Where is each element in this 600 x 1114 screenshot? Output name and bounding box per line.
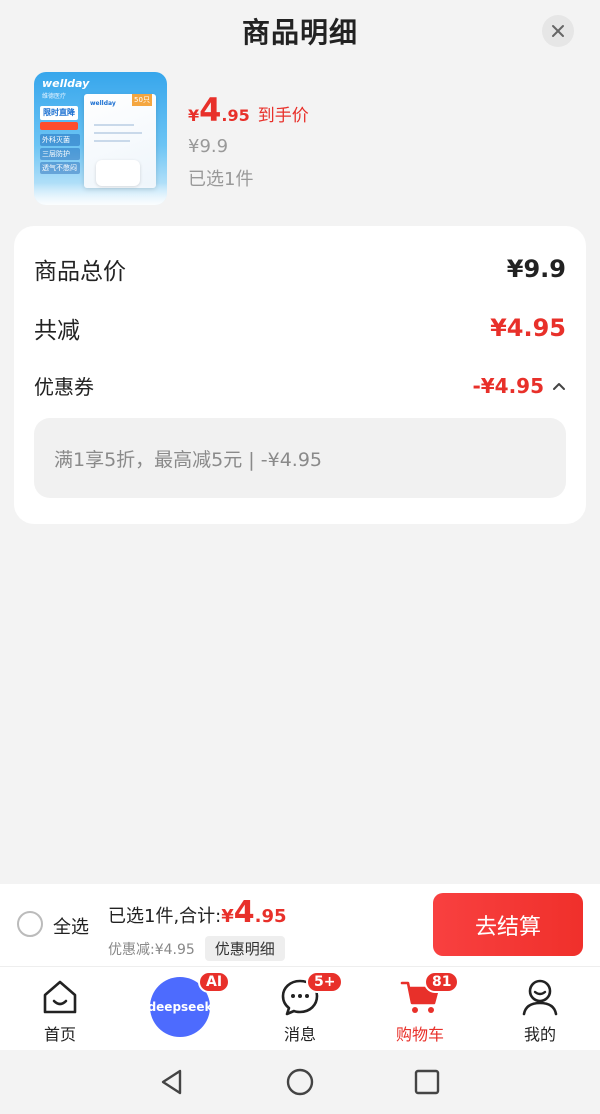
- thumb-pack-line: [94, 140, 130, 142]
- home-icon: [43, 980, 77, 1014]
- nav-label-messages: 消息: [283, 1025, 316, 1044]
- thumb-feature: 透气不憋闷: [40, 162, 80, 174]
- checkout-total: 已选1件,合计: ¥ 4 .95: [108, 898, 287, 928]
- ai-badge: AI: [198, 971, 231, 993]
- message-badge: 5+: [306, 971, 344, 993]
- checkout-total-symbol: ¥: [221, 906, 234, 927]
- reduce-row: 共减 ¥4.95: [34, 311, 566, 345]
- coupon-label: 优惠券: [34, 375, 94, 399]
- total-label: 商品总价: [34, 259, 126, 285]
- recents-square-icon: [414, 1069, 440, 1095]
- coupon-toggle[interactable]: -¥4.95: [472, 374, 566, 398]
- coupon-row[interactable]: 优惠券 -¥4.95: [34, 371, 566, 400]
- original-price: ¥9.9: [188, 136, 229, 157]
- checkout-total-label: 已选1件,合计:: [108, 906, 222, 927]
- page-title: 商品明细: [241, 16, 358, 49]
- home-button[interactable]: [284, 1066, 316, 1098]
- nav-label-profile: 我的: [523, 1025, 556, 1044]
- sheet-header: 商品明细: [0, 0, 600, 62]
- nav-item-deepseek[interactable]: deepseek AI: [120, 967, 240, 1051]
- nav-label-home: 首页: [43, 1025, 76, 1044]
- thumb-pack-count: 50只: [132, 94, 152, 106]
- price-decimal: .95: [221, 106, 250, 125]
- thumb-feature: 外科灭菌: [40, 134, 80, 146]
- chevron-up-icon[interactable]: [552, 379, 566, 393]
- checkout-discount: 优惠减:¥4.95 优惠明细: [108, 936, 285, 961]
- checkout-total-integer: 4: [233, 895, 255, 930]
- thumb-tag: 限时直降: [40, 106, 78, 120]
- final-price: ¥ 4 .95 到手价: [188, 94, 309, 126]
- total-value: ¥9.9: [506, 255, 566, 283]
- coupon-detail: 满1享5折，最高减5元 | -¥4.95: [34, 418, 566, 498]
- thumb-pack-logo: wellday: [90, 100, 116, 107]
- deepseek-label: deepseek: [147, 1000, 213, 1014]
- home-circle-icon: [286, 1068, 314, 1096]
- nav-item-profile[interactable]: 我的: [480, 967, 600, 1051]
- price-tag: 到手价: [257, 106, 309, 126]
- thumb-feature: 三层防护: [40, 148, 80, 160]
- selected-count: 已选1件: [188, 169, 254, 190]
- discount-detail-button[interactable]: 优惠明细: [204, 936, 285, 961]
- nav-label-cart: 购物车: [395, 1025, 444, 1044]
- close-button[interactable]: [542, 15, 574, 47]
- system-nav-bar: [0, 1050, 600, 1114]
- profile-icon: [522, 979, 558, 1016]
- thumb-pack-line: [94, 132, 142, 134]
- recents-button[interactable]: [411, 1066, 443, 1098]
- nav-item-cart[interactable]: 81 购物车: [360, 967, 480, 1051]
- discount-text: 优惠减:¥4.95: [108, 941, 195, 958]
- back-triangle-icon: [161, 1069, 182, 1095]
- cart-badge: 81: [424, 971, 460, 993]
- nav-item-home[interactable]: 首页: [0, 967, 120, 1051]
- thumb-brand: wellday: [42, 77, 90, 90]
- close-icon: [552, 25, 564, 37]
- thumb-water-splash: [34, 183, 167, 205]
- select-all-radio[interactable]: [17, 911, 43, 937]
- checkout-total-decimal: .95: [254, 906, 287, 927]
- product-summary: wellday 维德医疗 限时直降 外科灭菌 三层防护 透气不憋闷 50只 we…: [34, 72, 574, 206]
- coupon-value: -¥4.95: [472, 373, 544, 398]
- checkout-bar: 全选 已选1件,合计: ¥ 4 .95 优惠减:¥4.95 优惠明细 去结算: [0, 884, 600, 966]
- thumb-pack-line: [94, 124, 134, 126]
- total-row: 商品总价 ¥9.9: [34, 252, 566, 286]
- price-symbol: ¥: [188, 106, 200, 125]
- reduce-label: 共减: [34, 318, 80, 344]
- price-integer: 4: [199, 91, 222, 129]
- select-all-label[interactable]: 全选: [53, 913, 89, 939]
- reduce-value: ¥4.95: [490, 314, 566, 342]
- checkout-button[interactable]: 去结算: [433, 893, 583, 956]
- product-thumbnail[interactable]: wellday 维德医疗 限时直降 外科灭菌 三层防护 透气不憋闷 50只 we…: [34, 72, 167, 205]
- bottom-nav: 首页 deepseek AI 5+ 消息 81 购物车 我的: [0, 966, 600, 1050]
- thumb-tag-strip: [40, 122, 78, 130]
- back-button[interactable]: [156, 1066, 188, 1098]
- nav-item-messages[interactable]: 5+ 消息: [240, 967, 360, 1051]
- thumb-brand-sub: 维德医疗: [42, 93, 67, 100]
- price-breakdown-card: 商品总价 ¥9.9 共减 ¥4.95 优惠券 -¥4.95 满1享5折，最高减5…: [14, 226, 586, 524]
